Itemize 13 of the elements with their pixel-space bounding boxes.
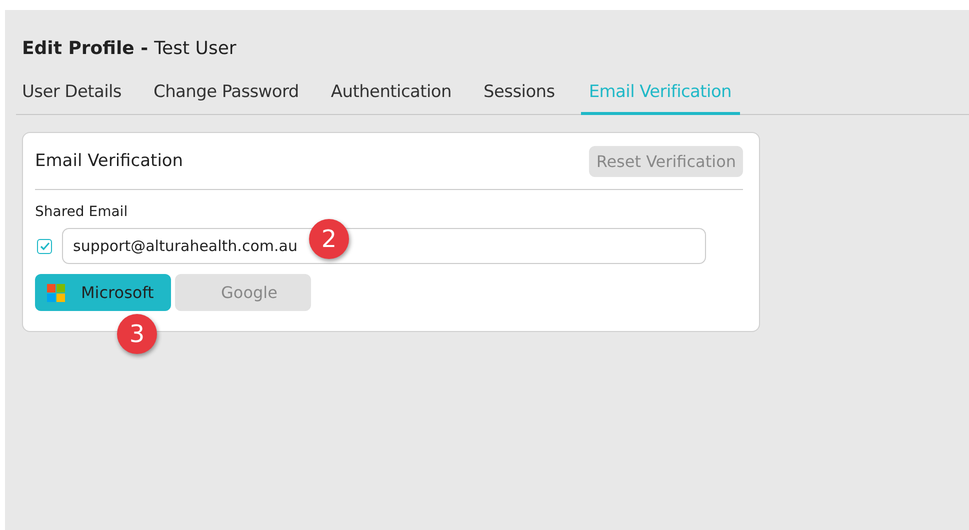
tab[interactable]: Authentication (324, 80, 458, 115)
tab[interactable]: Change Password (148, 80, 305, 115)
windows-icon (47, 284, 65, 302)
provider-button[interactable]: Microsoft (35, 274, 171, 311)
callout-badge: 3 (117, 314, 157, 354)
page-title: Edit Profile - (22, 38, 148, 58)
user-name: Test User (154, 38, 236, 58)
tab[interactable]: Sessions (478, 80, 561, 115)
field-label: Shared Email (35, 204, 129, 220)
check-icon (38, 240, 50, 252)
checkbox[interactable] (37, 238, 52, 254)
tab[interactable]: User Details (16, 80, 128, 115)
card-title: Email Verification (35, 151, 184, 171)
